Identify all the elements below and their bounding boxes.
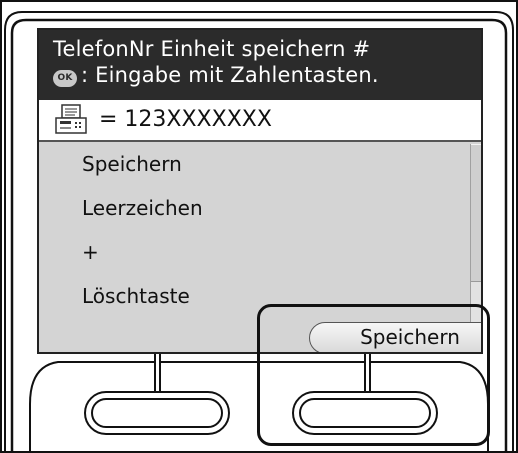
number-entry-row: = 123XXXXXXX bbox=[39, 100, 481, 142]
instruction-line: OK: Eingabe mit Zahlentasten. bbox=[53, 62, 481, 88]
menu-item-space[interactable]: Leerzeichen bbox=[39, 186, 469, 230]
lcd-screen: TelefonNr Einheit speichern # OK: Eingab… bbox=[37, 28, 483, 354]
menu-list: Speichern Leerzeichen + Löschtaste bbox=[39, 142, 469, 318]
instruction-text: : Eingabe mit Zahlentasten. bbox=[81, 63, 379, 87]
right-softkey-inner bbox=[299, 398, 431, 428]
left-softkey-connector bbox=[154, 354, 161, 391]
right-softkey-hardware-button[interactable] bbox=[292, 391, 438, 435]
right-softkey-connector bbox=[364, 354, 371, 391]
left-softkey-hardware-button[interactable] bbox=[84, 391, 230, 435]
title-bar: TelefonNr Einheit speichern # OK: Eingab… bbox=[39, 30, 481, 100]
scrollbar-thumb[interactable] bbox=[471, 144, 481, 282]
left-softkey-inner bbox=[91, 398, 223, 428]
title-text: TelefonNr Einheit speichern # bbox=[53, 37, 371, 61]
save-softkey-button[interactable]: Speichern bbox=[309, 322, 481, 352]
menu-item-delete[interactable]: Löschtaste bbox=[39, 274, 469, 318]
ok-icon: OK bbox=[53, 70, 77, 87]
menu-item-plus[interactable]: + bbox=[39, 230, 469, 274]
fax-number-value: = 123XXXXXXX bbox=[99, 107, 272, 132]
menu-item-save[interactable]: Speichern bbox=[39, 142, 469, 186]
fax-icon bbox=[55, 104, 87, 134]
device-panel: TelefonNr Einheit speichern # OK: Eingab… bbox=[0, 0, 518, 453]
